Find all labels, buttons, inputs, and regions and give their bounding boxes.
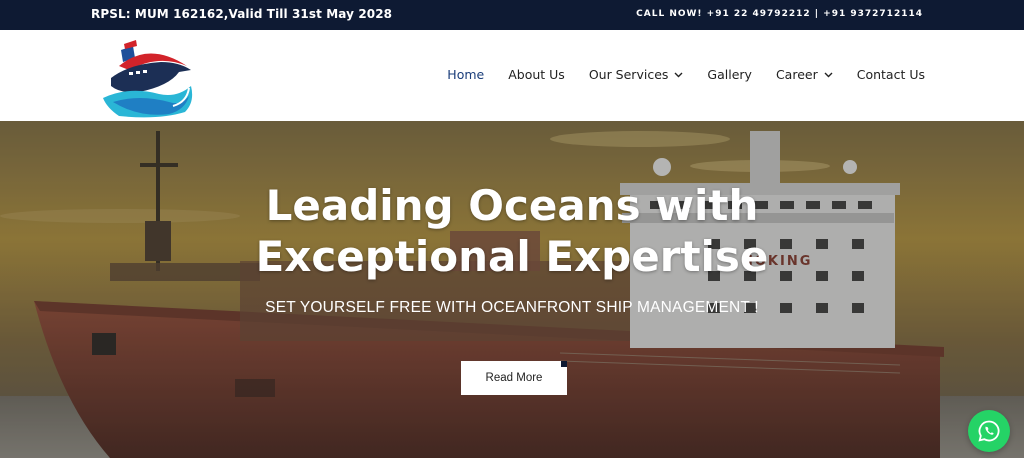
nav-home-label: Home <box>447 67 485 82</box>
ship-logo-icon <box>103 40 193 118</box>
nav-career[interactable]: Career <box>776 67 833 82</box>
button-corner-accent <box>561 361 567 367</box>
nav-contact-us-label: Contact Us <box>856 67 925 82</box>
nav-about-us[interactable]: About Us <box>508 67 565 82</box>
nav-about-us-label: About Us <box>508 67 565 82</box>
read-more-label: Read More <box>485 372 543 384</box>
call-now-text[interactable]: CALL NOW! +91 22 49792212 | +91 93727121… <box>636 9 923 19</box>
site-header: Home About Us Our Services Gallery Caree… <box>0 30 1024 121</box>
main-nav: Home About Us Our Services Gallery Caree… <box>423 67 925 82</box>
nav-contact-us[interactable]: Contact Us <box>857 67 925 82</box>
chevron-down-icon <box>824 72 833 77</box>
nav-career-label: Career <box>775 67 818 82</box>
logo[interactable] <box>99 36 199 120</box>
nav-gallery[interactable]: Gallery <box>707 67 752 82</box>
hero-banner: HOKING Leading Oceans with Exceptional E… <box>0 121 1024 458</box>
license-text: RPSL: MUM 162162,Valid Till 31st May 202… <box>91 7 393 21</box>
nav-our-services[interactable]: Our Services <box>589 67 684 82</box>
whatsapp-icon <box>978 420 1000 442</box>
chevron-down-icon <box>674 72 683 77</box>
top-bar: RPSL: MUM 162162,Valid Till 31st May 202… <box>0 0 1024 30</box>
whatsapp-button[interactable] <box>968 410 1010 452</box>
read-more-button[interactable]: Read More <box>461 361 567 395</box>
bottom-strip <box>0 458 1024 467</box>
hero-title-line2: Exceptional Expertise <box>255 232 769 281</box>
hero-subtitle: SET YOURSELF FREE WITH OCEANFRONT SHIP M… <box>265 299 759 316</box>
nav-home[interactable]: Home <box>447 67 484 82</box>
hero-overlay <box>0 121 1024 458</box>
hero-title-line1: Leading Oceans with <box>265 181 759 230</box>
nav-our-services-label: Our Services <box>588 67 669 82</box>
nav-gallery-label: Gallery <box>707 67 752 82</box>
